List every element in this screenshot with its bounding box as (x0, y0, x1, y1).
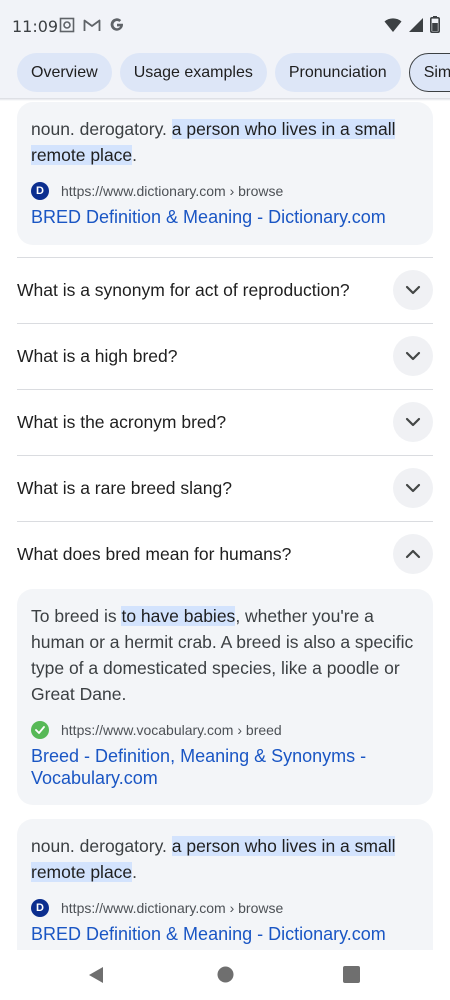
faq-item-rare-breed-slang[interactable]: What is a rare breed slang? (17, 455, 433, 521)
faq-question: What is a high bred? (17, 345, 178, 366)
chip-usage-examples[interactable]: Usage examples (119, 53, 267, 92)
source-row[interactable]: D https://www.dictionary.com › browse (31, 182, 419, 200)
source-row[interactable]: https://www.vocabulary.com › breed (31, 721, 419, 739)
chip-overview[interactable]: Overview (17, 53, 112, 92)
faq-item-bred-humans[interactable]: What does bred mean for humans? (17, 521, 433, 587)
source-url: https://www.vocabulary.com › breed (61, 722, 282, 738)
chevron-down-icon[interactable] (393, 468, 433, 508)
signal-icon (408, 17, 424, 38)
faq-question: What is the acronym bred? (17, 411, 227, 432)
source-title-link[interactable]: BRED Definition & Meaning - Dictionary.c… (31, 923, 419, 945)
answer-card: To breed is to have babies, whether you'… (17, 589, 433, 805)
chevron-down-icon[interactable] (393, 402, 433, 442)
highlighted-answer: to have babies (121, 606, 236, 626)
dictionary-favicon-icon: D (31, 899, 49, 917)
answer-text: To breed is to have babies, whether you'… (31, 606, 414, 704)
status-bar: 11:09 (0, 0, 450, 50)
back-icon[interactable] (87, 966, 105, 989)
status-icons-right (384, 16, 440, 38)
home-icon[interactable] (217, 966, 234, 988)
wifi-icon (384, 17, 402, 38)
chevron-down-icon[interactable] (393, 336, 433, 376)
chevron-down-icon[interactable] (393, 270, 433, 310)
faq-question: What does bred mean for humans? (17, 543, 292, 564)
source-title-link[interactable]: Breed - Definition, Meaning & Synonyms -… (31, 745, 419, 789)
faq-question: What is a synonym for act of reproductio… (17, 279, 350, 300)
screenshot-icon (59, 17, 75, 38)
source-url: https://www.dictionary.com › browse (61, 900, 284, 916)
google-icon (109, 17, 125, 38)
faq-item-synonym-reproduction[interactable]: What is a synonym for act of reproductio… (17, 257, 433, 323)
definition-card-bottom: noun. derogatory. a person who lives in … (17, 819, 433, 950)
dictionary-favicon-icon: D (31, 182, 49, 200)
chip-bar: Overview Usage examples Pronunciation Si… (0, 50, 450, 98)
definition-card-top: noun. derogatory. a person who lives in … (17, 102, 433, 245)
faq-item-high-bred[interactable]: What is a high bred? (17, 323, 433, 389)
chip-similar[interactable]: Similar (408, 53, 450, 92)
definition-text: noun. derogatory. a person who lives in … (31, 119, 396, 165)
faq-item-acronym-bred[interactable]: What is the acronym bred? (17, 389, 433, 455)
battery-icon (430, 16, 440, 38)
faq-question: What is a rare breed slang? (17, 477, 232, 498)
definition-text: noun. derogatory. a person who lives in … (31, 836, 396, 882)
status-icons-left (59, 17, 125, 38)
vocabulary-favicon-icon (31, 721, 49, 739)
recents-icon[interactable] (343, 966, 360, 983)
chevron-up-icon[interactable] (393, 534, 433, 574)
source-title-link[interactable]: BRED Definition & Meaning - Dictionary.c… (31, 206, 419, 228)
source-url: https://www.dictionary.com › browse (61, 183, 284, 199)
content-area: noun. derogatory. a person who lives in … (0, 100, 450, 950)
gmail-icon (83, 18, 101, 37)
chip-pronunciation[interactable]: Pronunciation (274, 53, 401, 92)
source-row[interactable]: D https://www.dictionary.com › browse (31, 899, 419, 917)
chip-row: Overview Usage examples Pronunciation Si… (17, 53, 450, 92)
status-time: 11:09 (12, 17, 59, 36)
